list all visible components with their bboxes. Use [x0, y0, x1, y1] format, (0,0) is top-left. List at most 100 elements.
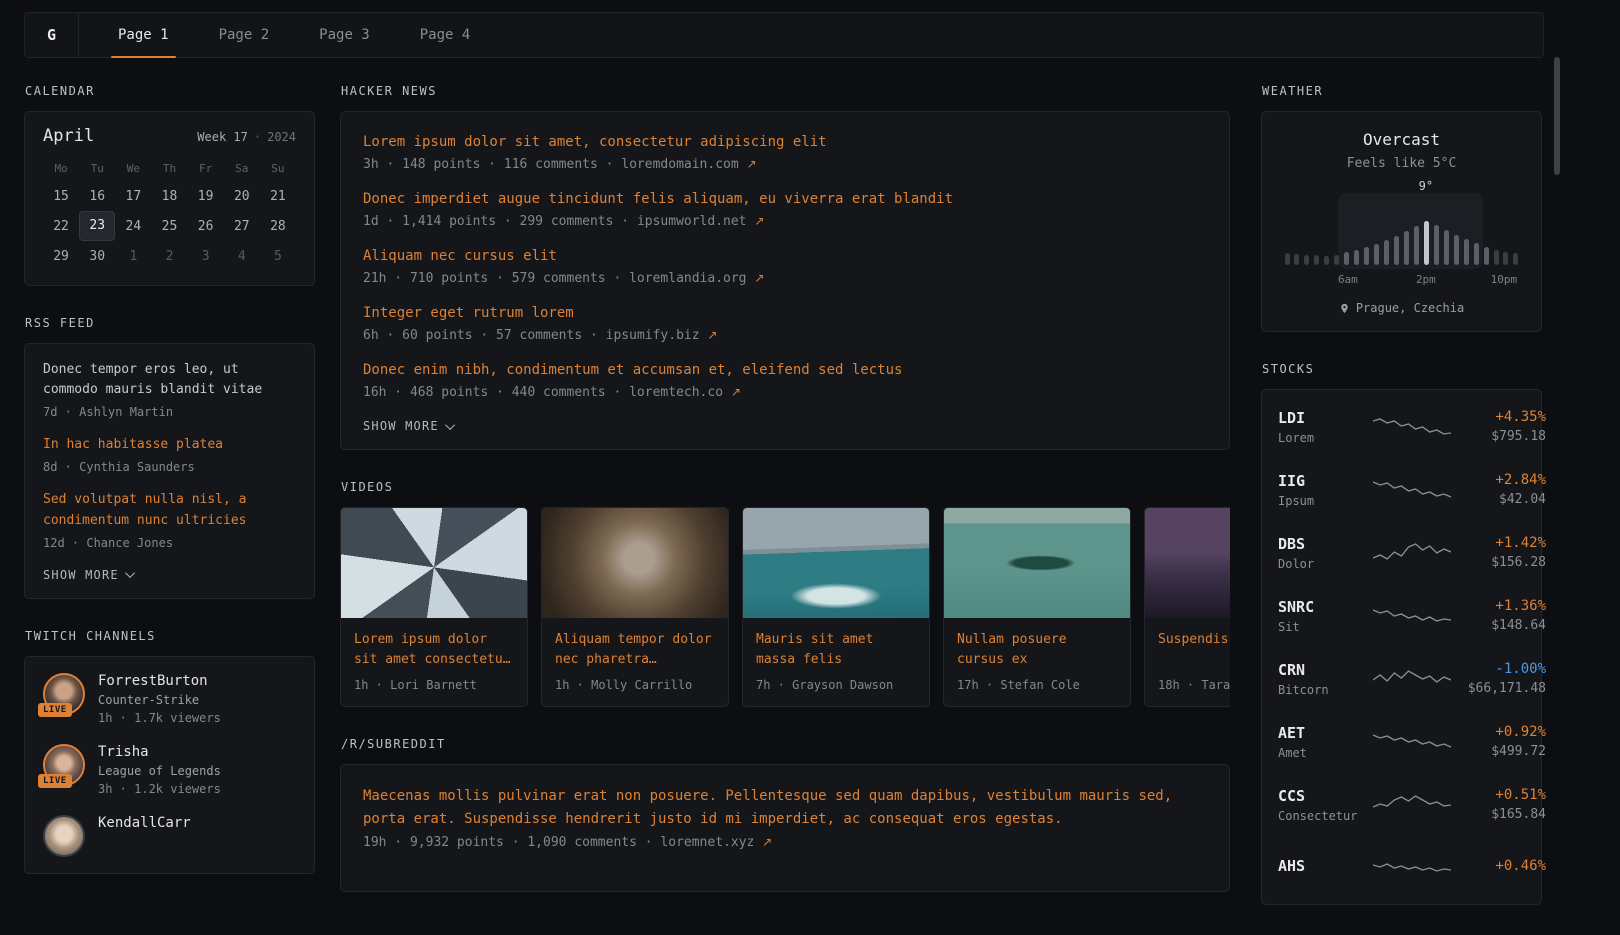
stock-sparkline — [1373, 729, 1451, 755]
app-logo[interactable]: G — [25, 13, 79, 57]
stock-row: AETAmet+0.92%$499.72 — [1278, 710, 1525, 773]
rss-item-meta: 7d · Ashlyn Martin — [43, 405, 296, 419]
weather-bar — [1324, 256, 1329, 265]
twitch-channel[interactable]: KendallCarr — [43, 815, 296, 857]
stock-price: $42.04 — [1451, 492, 1546, 507]
video-body: Lorem ipsum dolor sit amet consectetu…1h… — [341, 618, 527, 706]
subreddit-title-link[interactable]: Maecenas mollis pulvinar erat non posuer… — [363, 785, 1207, 831]
tab-page-2[interactable]: Page 2 — [194, 13, 295, 57]
external-link-icon: ↗ — [754, 271, 764, 285]
rss-section-title: RSS FEED — [25, 316, 315, 330]
external-link-icon: ↗ — [754, 214, 764, 228]
rss-item-link[interactable]: Donec tempor eros leo, ut commodo mauris… — [43, 360, 296, 400]
subreddit-list: Maecenas mollis pulvinar erat non posuer… — [363, 785, 1207, 850]
stock-row: LDILorem+4.35%$795.18 — [1278, 395, 1525, 458]
hn-domain-link[interactable]: ipsumify.biz ↗ — [606, 328, 718, 343]
video-title: Nullam posuere cursus ex — [957, 630, 1117, 670]
video-card[interactable]: Nullam posuere cursus ex17h · Stefan Col… — [943, 507, 1131, 707]
sparkline-chart — [1373, 540, 1451, 566]
stock-ticker: CCS — [1278, 787, 1373, 805]
twitch-list: LIVEForrestBurtonCounter-Strike1h · 1.7k… — [43, 673, 296, 857]
weather-location: Prague, Czechia — [1356, 301, 1464, 315]
twitch-channel[interactable]: LIVETrishaLeague of Legends3h · 1.2k vie… — [43, 744, 296, 796]
external-link-icon: ↗ — [747, 157, 757, 171]
stock-symbol-block: SNRCSit — [1278, 598, 1373, 634]
hackernews-section-title: HACKER NEWS — [341, 84, 1230, 98]
top-bar: G Page 1Page 2Page 3Page 4 — [24, 12, 1544, 58]
weather-bar — [1513, 253, 1518, 265]
videos-widget: VIDEOS Lorem ipsum dolor sit amet consec… — [340, 480, 1230, 707]
calendar-widget: CALENDAR April Week 17·2024 MoTuWeThFrSa… — [24, 84, 315, 286]
channel-avatar: LIVE — [43, 673, 85, 715]
calendar-section-title: CALENDAR — [25, 84, 315, 98]
calendar-weekdays: MoTuWeThFrSaSu — [43, 154, 296, 181]
hn-title-link[interactable]: Donec enim nibh, condimentum et accumsan… — [363, 360, 1207, 381]
rss-item-link[interactable]: In hac habitasse platea — [43, 435, 296, 455]
scrollbar-thumb[interactable] — [1554, 57, 1560, 175]
tab-page-1[interactable]: Page 1 — [93, 13, 194, 57]
calendar-weekday: Fr — [188, 154, 224, 181]
subreddit-item: Maecenas mollis pulvinar erat non posuer… — [363, 785, 1207, 850]
stock-ticker: AHS — [1278, 857, 1373, 875]
stock-change: +2.84% — [1451, 472, 1546, 488]
twitch-channel[interactable]: LIVEForrestBurtonCounter-Strike1h · 1.7k… — [43, 673, 296, 725]
hn-domain-link[interactable]: loremdomain.com ↗ — [621, 157, 756, 172]
stock-symbol-block: IIGIpsum — [1278, 472, 1373, 508]
hn-title-link[interactable]: Aliquam nec cursus elit — [363, 246, 1207, 267]
hn-title-link[interactable]: Lorem ipsum dolor sit amet, consectetur … — [363, 132, 1207, 153]
rss-item-link[interactable]: Sed volutpat nulla nisl, a condimentum n… — [43, 490, 296, 530]
subreddit-stats: 19h · 9,932 points · 1,090 comments · — [363, 835, 660, 850]
sparkline-chart — [1373, 792, 1451, 818]
video-card[interactable]: Mauris sit amet massa felis7h · Grayson … — [742, 507, 930, 707]
hn-meta: 3h · 148 points · 116 comments · loremdo… — [363, 157, 1207, 172]
subreddit-section-title: /R/SUBREDDIT — [341, 737, 1230, 751]
calendar-card: April Week 17·2024 MoTuWeThFrSaSu 151617… — [24, 111, 315, 286]
stock-row: CRNBitcorn-1.00%$66,171.48 — [1278, 647, 1525, 710]
hn-domain-link[interactable]: loremlandia.org ↗ — [629, 271, 764, 286]
channel-name-link[interactable]: KendallCarr — [98, 815, 191, 831]
stock-ticker: LDI — [1278, 409, 1373, 427]
page-tabs: Page 1Page 2Page 3Page 4 — [79, 13, 495, 57]
video-card[interactable]: Lorem ipsum dolor sit amet consectetu…1h… — [340, 507, 528, 707]
stock-row: AHS+0.46% — [1278, 836, 1525, 899]
video-meta: 7h · Grayson Dawson — [756, 678, 916, 692]
subreddit-domain-link[interactable]: loremnet.xyz ↗ — [660, 835, 772, 850]
tab-page-4[interactable]: Page 4 — [395, 13, 496, 57]
calendar-weekday: We — [115, 154, 151, 181]
hn-title-link[interactable]: Donec imperdiet augue tincidunt felis al… — [363, 189, 1207, 210]
channel-name-link[interactable]: Trisha — [98, 744, 221, 760]
calendar-day: 15 — [43, 181, 79, 211]
channel-name-link[interactable]: ForrestBurton — [98, 673, 221, 689]
video-card[interactable]: Suspendisse diam18h · Tara — [1144, 507, 1230, 707]
weather-bar — [1374, 244, 1379, 265]
calendar-day: 30 — [79, 241, 115, 271]
sparkline-chart — [1373, 603, 1451, 629]
hn-domain-link[interactable]: loremtech.co ↗ — [629, 385, 741, 400]
external-link-icon: ↗ — [731, 385, 741, 399]
hn-show-more-button[interactable]: SHOW MORE — [363, 417, 455, 435]
stock-price-block: +1.36%$148.64 — [1451, 598, 1546, 633]
calendar-day: 27 — [224, 211, 260, 241]
weather-section-title: WEATHER — [1262, 84, 1542, 98]
hn-meta: 1d · 1,414 points · 299 comments · ipsum… — [363, 214, 1207, 229]
rss-show-more-button[interactable]: SHOW MORE — [43, 566, 135, 584]
video-meta: 1h · Molly Carrillo — [555, 678, 715, 692]
video-card[interactable]: Aliquam tempor dolor nec pharetra…1h · M… — [541, 507, 729, 707]
tab-page-3[interactable]: Page 3 — [294, 13, 395, 57]
weather-bar — [1464, 239, 1469, 265]
calendar-day: 16 — [79, 181, 115, 211]
calendar-weekday: Sa — [224, 154, 260, 181]
stock-price: $66,171.48 — [1451, 681, 1546, 696]
hn-title-link[interactable]: Integer eget rutrum lorem — [363, 303, 1207, 324]
calendar-day: 28 — [260, 211, 296, 241]
hn-domain-link[interactable]: ipsumworld.net ↗ — [637, 214, 764, 229]
stock-price-block: +0.46% — [1451, 858, 1546, 878]
calendar-week-year: Week 17·2024 — [197, 130, 296, 144]
channel-meta: 1h · 1.7k viewers — [98, 711, 221, 725]
channel-meta: 3h · 1.2k viewers — [98, 782, 221, 796]
stock-sparkline — [1373, 414, 1451, 440]
calendar-weekday: Su — [260, 154, 296, 181]
weather-bar — [1434, 225, 1439, 265]
external-link-icon: ↗ — [707, 328, 717, 342]
sparkline-chart — [1373, 729, 1451, 755]
